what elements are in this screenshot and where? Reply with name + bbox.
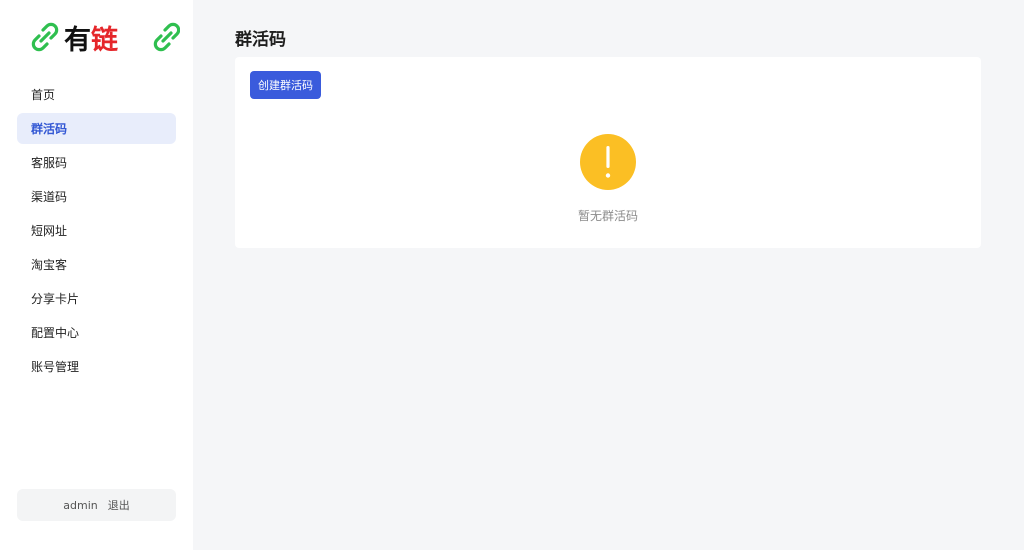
content-card: 创建群活码 暂无群活码 [235,57,981,248]
sidebar-item-label: 配置中心 [31,326,80,340]
logout-link[interactable]: 退出 [108,497,130,513]
page-title: 群活码 [235,30,286,50]
link-icon [31,22,59,52]
sidebar-item-label: 淘宝客 [31,258,68,272]
sidebar-item-taobaoke[interactable]: 淘宝客 [17,249,176,280]
brand-name: 有链 [64,20,118,55]
sidebar: 有链 首页 群活码 客服码 渠道码 短网址 淘宝客 分享卡片 配置中心 账号管理… [0,0,193,550]
sidebar-item-channel-qrcode[interactable]: 渠道码 [17,181,176,212]
sidebar-item-label: 分享卡片 [31,292,80,306]
sidebar-item-label: 客服码 [31,156,68,170]
sidebar-nav: 首页 群活码 客服码 渠道码 短网址 淘宝客 分享卡片 配置中心 账号管理 [17,79,176,385]
user-box: admin 退出 [17,489,176,521]
sidebar-item-group-qrcode[interactable]: 群活码 [17,113,176,144]
sidebar-item-label: 渠道码 [31,190,68,204]
sidebar-item-label: 账号管理 [31,360,80,374]
warning-icon [580,134,636,190]
sidebar-item-home[interactable]: 首页 [17,79,176,110]
sidebar-item-share-card[interactable]: 分享卡片 [17,283,176,314]
sidebar-item-label: 群活码 [31,122,68,136]
username: admin [63,498,98,512]
brand-name-part2: 链 [91,24,118,55]
link-icon [153,22,180,52]
logo[interactable]: 有链 [30,20,180,54]
empty-state-text: 暂无群活码 [577,209,638,223]
sidebar-item-config-center[interactable]: 配置中心 [17,317,176,348]
sidebar-item-service-qrcode[interactable]: 客服码 [17,147,176,178]
brand-name-part1: 有 [64,24,91,55]
sidebar-item-label: 短网址 [31,224,68,238]
sidebar-item-label: 首页 [31,88,56,102]
sidebar-item-short-url[interactable]: 短网址 [17,215,176,246]
sidebar-item-account-management[interactable]: 账号管理 [17,351,176,382]
create-group-qrcode-button[interactable]: 创建群活码 [250,71,321,99]
